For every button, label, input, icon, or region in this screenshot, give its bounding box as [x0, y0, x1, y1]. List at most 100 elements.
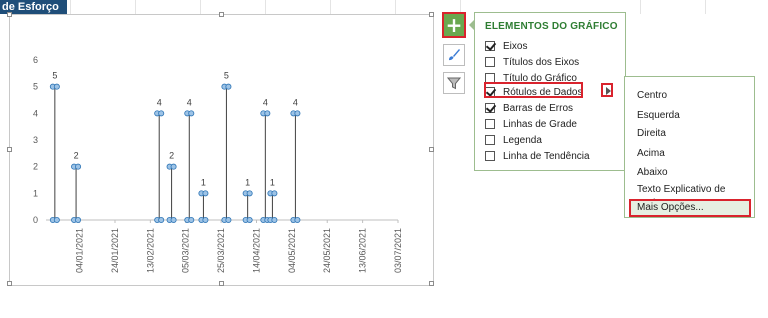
- data-point: [188, 216, 195, 223]
- data-point: [202, 216, 209, 223]
- chart-elements-button[interactable]: +: [442, 12, 466, 38]
- plus-icon: +: [445, 13, 463, 37]
- filter-icon: [447, 77, 461, 90]
- resize-handle[interactable]: [7, 281, 12, 286]
- option-error-bars[interactable]: Barras de Erros: [485, 100, 573, 116]
- data-point: [188, 110, 195, 117]
- spreadsheet-area: de Esforço 0 1 2 3 4 5 6 04/01/2021 24/01/2021 13…: [0, 0, 768, 318]
- data-point: [225, 83, 232, 90]
- checkbox[interactable]: [485, 151, 495, 161]
- column-gridline: [640, 0, 641, 14]
- option-gridlines[interactable]: Linhas de Grade: [485, 116, 577, 132]
- data-point: [158, 110, 165, 117]
- option-axes[interactable]: Eixos: [485, 38, 527, 54]
- option-label: Títulos dos Eixos: [503, 56, 580, 68]
- data-point: [170, 216, 177, 223]
- column-gridline: [395, 0, 396, 14]
- data-point: [53, 216, 60, 223]
- data-point: [271, 216, 278, 223]
- checkbox[interactable]: [485, 135, 495, 145]
- x-tick-label: 13/06/2021: [358, 228, 368, 273]
- data-label: 4: [187, 97, 192, 107]
- data-labels-submenu: Centro Esquerda Direita Acima Abaixo Tex…: [624, 76, 755, 218]
- data-label: 2: [74, 151, 79, 161]
- y-tick-label: 4: [33, 108, 38, 118]
- data-labels-submenu-arrow-icon[interactable]: [601, 83, 613, 97]
- data-label: 1: [245, 177, 250, 187]
- data-point: [170, 163, 177, 170]
- y-tick-label: 5: [33, 82, 38, 92]
- x-tick-label: 24/05/2021: [322, 228, 332, 273]
- submenu-item-left[interactable]: Esquerda: [637, 109, 680, 123]
- data-label: 1: [270, 177, 275, 187]
- resize-handle[interactable]: [219, 12, 224, 17]
- y-tick-label: 6: [33, 55, 38, 65]
- resize-handle[interactable]: [429, 147, 434, 152]
- submenu-item-below[interactable]: Abaixo: [637, 166, 668, 180]
- x-tick-label: 25/03/2021: [216, 228, 226, 273]
- data-label: 1: [201, 177, 206, 187]
- resize-handle[interactable]: [429, 12, 434, 17]
- submenu-item-above[interactable]: Acima: [637, 147, 665, 161]
- option-legend[interactable]: Legenda: [485, 132, 542, 148]
- submenu-item-center[interactable]: Centro: [637, 89, 667, 103]
- data-label: 2: [169, 151, 174, 161]
- chart-styles-button[interactable]: [443, 44, 465, 66]
- data-point: [246, 190, 253, 197]
- column-gridline: [330, 0, 331, 14]
- data-point: [75, 216, 82, 223]
- resize-handle[interactable]: [219, 281, 224, 286]
- data-point: [53, 83, 60, 90]
- x-tick-label: 05/03/2021: [181, 228, 191, 273]
- data-point: [294, 110, 301, 117]
- x-tick-label: 14/04/2021: [251, 228, 261, 273]
- option-trendline[interactable]: Linha de Tendência: [485, 148, 590, 164]
- checkbox[interactable]: [485, 103, 495, 113]
- option-label: Eixos: [503, 40, 528, 52]
- submenu-item-data-callout[interactable]: Texto Explicativo de Dados: [637, 183, 754, 209]
- panel-title: ELEMENTOS DO GRÁFICO: [485, 21, 618, 32]
- option-label: Linha de Tendência: [503, 150, 590, 162]
- data-point: [246, 216, 253, 223]
- x-tick-label: 04/01/2021: [75, 228, 85, 273]
- y-tick-label: 3: [33, 135, 38, 145]
- checkbox[interactable]: [485, 57, 495, 67]
- option-label: Legenda: [503, 134, 542, 146]
- data-label: 5: [224, 71, 229, 81]
- data-point: [202, 190, 209, 197]
- x-tick-label: 24/01/2021: [110, 228, 120, 273]
- data-label: 5: [52, 71, 57, 81]
- data-point: [158, 216, 165, 223]
- column-gridline: [265, 0, 266, 14]
- resize-handle[interactable]: [7, 12, 12, 17]
- data-point: [294, 216, 301, 223]
- checkbox[interactable]: [485, 119, 495, 129]
- chart-plot: 0 1 2 3 4 5 6 04/01/2021 24/01/2021 13/02/2021 05/…: [33, 55, 403, 273]
- resize-handle[interactable]: [429, 281, 434, 286]
- chart-filters-button[interactable]: [443, 72, 465, 94]
- column-gridline: [70, 0, 71, 14]
- y-tick-label: 2: [33, 162, 38, 172]
- column-gridline: [705, 0, 706, 14]
- y-tick-label: 1: [33, 188, 38, 198]
- column-gridline: [200, 0, 201, 14]
- data-point: [225, 216, 232, 223]
- x-tick-label: 03/07/2021: [393, 228, 403, 273]
- data-point: [271, 190, 278, 197]
- resize-handle[interactable]: [7, 147, 12, 152]
- option-label: Linhas de Grade: [503, 118, 577, 130]
- submenu-item-right[interactable]: Direita: [637, 127, 666, 141]
- x-tick-label: 04/05/2021: [287, 228, 297, 273]
- chart-area[interactable]: 0 1 2 3 4 5 6 04/01/2021 24/01/2021 13/02/2021 05/…: [7, 12, 434, 286]
- option-axis-titles[interactable]: Títulos dos Eixos: [485, 54, 579, 70]
- data-point: [264, 110, 271, 117]
- option-label: Barras de Erros: [503, 102, 574, 114]
- column-gridline: [135, 0, 136, 14]
- data-label: 4: [157, 97, 162, 107]
- submenu-item-more-options[interactable]: Mais Opções...: [629, 199, 751, 217]
- brush-icon: [449, 49, 460, 61]
- y-tick-label: 0: [33, 215, 38, 225]
- data-label: 4: [293, 97, 298, 107]
- checkbox[interactable]: [485, 41, 495, 51]
- data-labels-highlight: [484, 82, 583, 98]
